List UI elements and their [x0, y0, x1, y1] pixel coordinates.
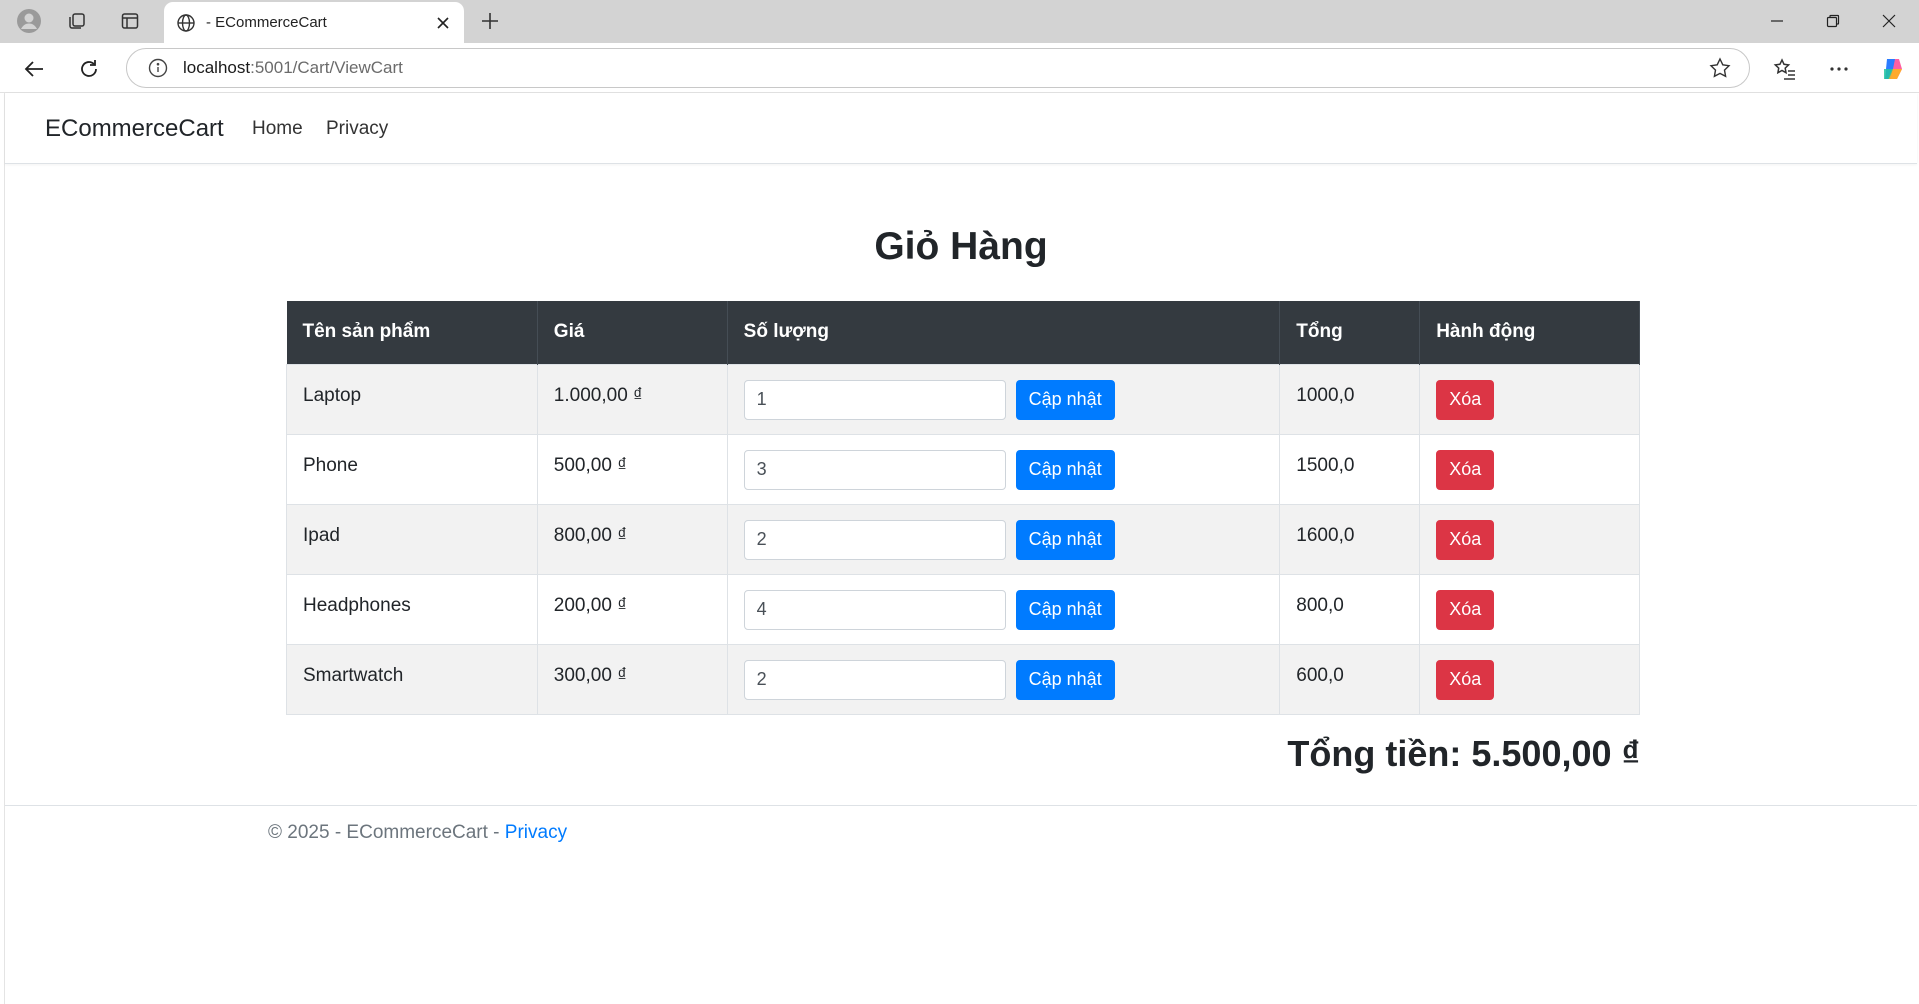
collections-icon[interactable] — [62, 6, 92, 36]
footer-copyright: © 2025 - ECommerceCart - — [268, 822, 505, 843]
actions-cell: Xóa — [1419, 643, 1640, 715]
update-button[interactable]: Cập nhật — [1015, 659, 1115, 700]
product-price: 300,00 ₫ — [536, 643, 728, 715]
quantity-cell: Cập nhật — [726, 503, 1281, 575]
quantity-input[interactable] — [743, 659, 1006, 700]
quantity-cell: Cập nhật — [726, 433, 1281, 505]
table-row: Phone 500,00 ₫ Cập nhật 1500,0 Xóa — [286, 433, 1640, 505]
quantity-input[interactable] — [743, 379, 1006, 420]
product-name: Phone — [286, 433, 538, 505]
delete-button[interactable]: Xóa — [1436, 519, 1495, 560]
minimize-icon[interactable] — [1754, 4, 1800, 38]
browser-tab-bar: - ECommerceCart — [0, 0, 1919, 43]
quantity-input[interactable] — [743, 449, 1006, 490]
tab-actions-icon[interactable] — [115, 6, 145, 36]
update-button[interactable]: Cập nhật — [1015, 589, 1115, 630]
actions-cell: Xóa — [1419, 573, 1640, 645]
product-name: Ipad — [286, 503, 538, 575]
url-path: :5001/Cart/ViewCart — [250, 58, 403, 77]
browser-tab-active[interactable]: - ECommerceCart — [164, 2, 464, 43]
delete-button[interactable]: Xóa — [1436, 659, 1495, 700]
table-row: Smartwatch 300,00 ₫ Cập nhật 600,0 Xóa — [286, 643, 1640, 715]
column-header-product-name: Tên sản phẩm — [286, 301, 538, 364]
footer-text: © 2025 - ECommerceCart - Privacy — [268, 822, 567, 844]
restore-icon[interactable] — [1810, 4, 1856, 38]
actions-cell: Xóa — [1419, 433, 1640, 505]
site-brand[interactable]: ECommerceCart — [45, 115, 224, 143]
site-footer: © 2025 - ECommerceCart - Privacy — [5, 805, 1917, 865]
row-total: 1500,0 — [1279, 433, 1421, 505]
quantity-cell: Cập nhật — [726, 643, 1281, 715]
footer-privacy-link[interactable]: Privacy — [505, 822, 567, 843]
product-name: Laptop — [286, 363, 538, 435]
quantity-input[interactable] — [743, 589, 1006, 630]
cart-table: Tên sản phẩm Giá Số lượng Tổng Hành động… — [286, 301, 1640, 715]
update-button[interactable]: Cập nhật — [1015, 449, 1115, 490]
url-text[interactable]: localhost:5001/Cart/ViewCart — [183, 58, 1705, 78]
table-row: Headphones 200,00 ₫ Cập nhật 800,0 Xóa — [286, 573, 1640, 645]
nav-link-home[interactable]: Home — [252, 118, 303, 140]
grand-total: Tổng tiền: 5.500,00 ₫ — [1287, 733, 1640, 774]
row-total: 1600,0 — [1279, 503, 1421, 575]
profile-icon[interactable] — [14, 6, 44, 36]
delete-button[interactable]: Xóa — [1436, 449, 1495, 490]
row-total: 800,0 — [1279, 573, 1421, 645]
actions-cell: Xóa — [1419, 363, 1640, 435]
column-header-actions: Hành động — [1419, 301, 1640, 364]
product-name: Smartwatch — [286, 643, 538, 715]
tab-title: - ECommerceCart — [206, 14, 327, 31]
product-price: 1.000,00 ₫ — [536, 363, 728, 435]
quantity-input[interactable] — [743, 519, 1006, 560]
update-button[interactable]: Cập nhật — [1015, 379, 1115, 420]
globe-icon — [176, 13, 196, 33]
more-options-icon[interactable] — [1823, 53, 1855, 85]
delete-button[interactable]: Xóa — [1436, 379, 1495, 420]
close-tab-icon[interactable] — [428, 8, 458, 38]
update-button[interactable]: Cập nhật — [1015, 519, 1115, 560]
product-name: Headphones — [286, 573, 538, 645]
favorite-star-icon[interactable] — [1705, 53, 1735, 83]
quantity-cell: Cập nhật — [726, 573, 1281, 645]
row-total: 1000,0 — [1279, 363, 1421, 435]
product-price: 200,00 ₫ — [536, 573, 728, 645]
table-header-row: Tên sản phẩm Giá Số lượng Tổng Hành động — [286, 301, 1640, 364]
page-viewport: ECommerceCart Home Privacy Giỏ Hàng Tên … — [4, 93, 1917, 1004]
page-title: Giỏ Hàng — [874, 225, 1048, 268]
site-navbar: ECommerceCart Home Privacy — [5, 93, 1917, 164]
copilot-icon[interactable] — [1877, 53, 1909, 85]
refresh-icon[interactable] — [73, 53, 105, 85]
quantity-cell: Cập nhật — [726, 363, 1281, 435]
delete-button[interactable]: Xóa — [1436, 589, 1495, 630]
row-total: 600,0 — [1279, 643, 1421, 715]
actions-cell: Xóa — [1419, 503, 1640, 575]
product-price: 800,00 ₫ — [536, 503, 728, 575]
column-header-price: Giá — [537, 301, 728, 364]
back-icon[interactable] — [18, 53, 50, 85]
favorites-icon[interactable] — [1769, 53, 1801, 85]
nav-link-privacy[interactable]: Privacy — [326, 118, 388, 140]
column-header-quantity: Số lượng — [727, 301, 1281, 364]
new-tab-icon[interactable] — [475, 6, 505, 36]
url-host: localhost — [183, 58, 251, 77]
product-price: 500,00 ₫ — [536, 433, 728, 505]
table-row: Ipad 800,00 ₫ Cập nhật 1600,0 Xóa — [286, 503, 1640, 575]
close-window-icon[interactable] — [1866, 4, 1912, 38]
site-info-icon[interactable] — [145, 55, 171, 81]
browser-toolbar: localhost:5001/Cart/ViewCart — [0, 43, 1919, 93]
table-row: Laptop 1.000,00 ₫ Cập nhật 1000,0 Xóa — [286, 363, 1640, 435]
address-bar[interactable]: localhost:5001/Cart/ViewCart — [126, 48, 1750, 88]
column-header-total: Tổng — [1279, 301, 1421, 364]
